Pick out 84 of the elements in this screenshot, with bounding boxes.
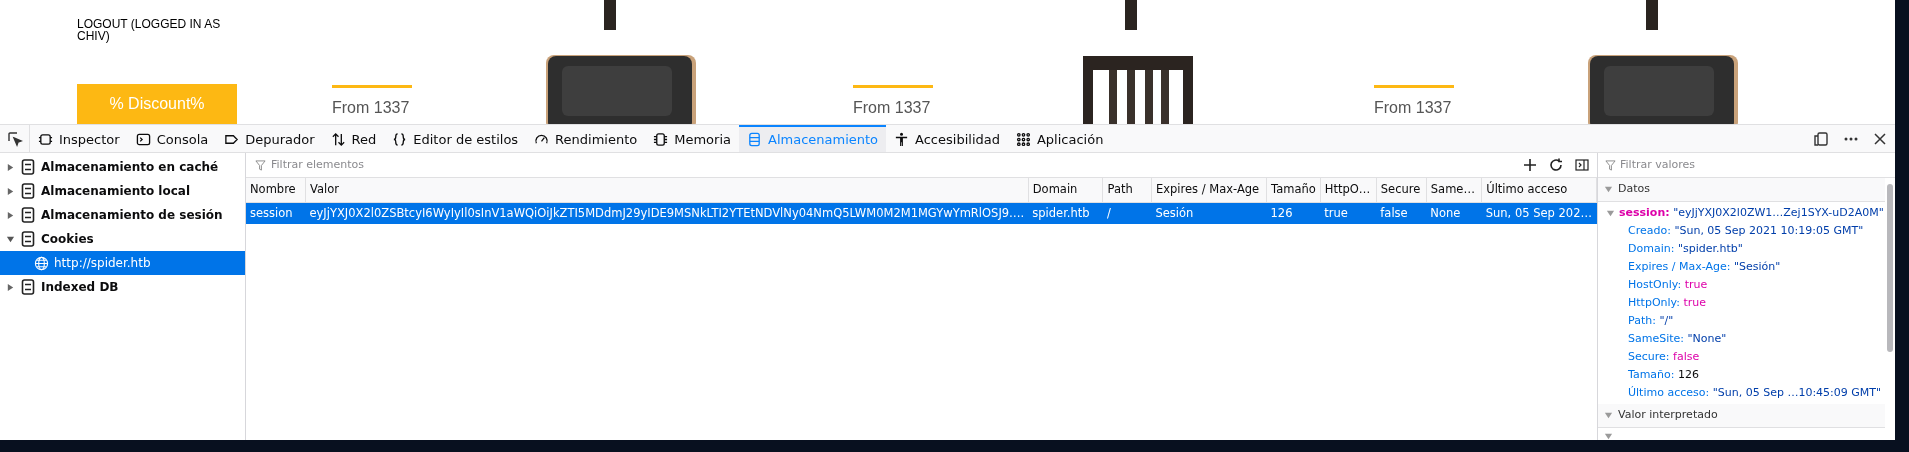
scrollbar-thumb[interactable] bbox=[1887, 184, 1893, 352]
table-cell: spider.htb bbox=[1028, 202, 1103, 224]
tree-item[interactable]: Almacenamiento local bbox=[0, 179, 245, 203]
price-label: From 1337 bbox=[1374, 100, 1453, 116]
devtools-tab[interactable]: Depurador bbox=[216, 125, 323, 152]
column-header[interactable]: Último acceso bbox=[1481, 178, 1597, 202]
close-icon[interactable] bbox=[1873, 131, 1887, 146]
section-header[interactable]: Valor interpretado bbox=[1598, 404, 1885, 428]
property-line: Tamaño: 126 bbox=[1627, 367, 1700, 383]
tree-item[interactable]: Cookies bbox=[0, 227, 245, 251]
grid-icon bbox=[1015, 132, 1031, 147]
storage-icon bbox=[21, 183, 35, 199]
arrows-icon bbox=[330, 132, 346, 147]
sidebar-toggle-icon[interactable] bbox=[1575, 158, 1589, 172]
property-line: Expires / Max-Age: "Sesión" bbox=[1627, 259, 1782, 275]
column-header[interactable]: Domain bbox=[1028, 178, 1103, 202]
filter-icon bbox=[1605, 159, 1616, 171]
price-label: From 1337 bbox=[332, 100, 411, 116]
property-line: HttpOnly: true bbox=[1627, 295, 1708, 311]
table-cell: true bbox=[1320, 202, 1377, 224]
person-icon bbox=[894, 132, 910, 147]
column-header[interactable]: Valor bbox=[305, 178, 1029, 202]
property-line: Path: "/" bbox=[1627, 313, 1675, 329]
filter-field[interactable]: Filtrar elementos bbox=[271, 156, 1518, 174]
console-icon bbox=[135, 132, 151, 147]
table-cell: / bbox=[1102, 202, 1152, 224]
column-header[interactable]: Expires / Max-Age bbox=[1151, 178, 1267, 202]
add-icon[interactable] bbox=[1523, 158, 1537, 172]
table-cell: 126 bbox=[1266, 202, 1321, 224]
storage-icon bbox=[21, 279, 35, 295]
memory-icon bbox=[653, 132, 669, 147]
storage-icon bbox=[21, 207, 35, 223]
table-cell: Sun, 05 Sep 202… bbox=[1481, 202, 1597, 224]
collapsed-arrow-icon[interactable] bbox=[6, 210, 15, 220]
column-header[interactable]: Nombre bbox=[246, 178, 306, 202]
devtools-tab[interactable]: Rendimiento bbox=[526, 125, 646, 152]
price-label: From 1337 bbox=[853, 100, 932, 116]
tree-item[interactable]: http://spider.htb bbox=[0, 251, 245, 275]
collapsed-arrow-icon[interactable] bbox=[6, 282, 15, 292]
pointer-icon bbox=[6, 130, 23, 147]
property-line: Domain: "spider.htb" bbox=[1627, 241, 1744, 257]
table-cell: session bbox=[246, 202, 306, 224]
devtools-tab[interactable]: Inspector bbox=[30, 125, 128, 152]
section-header[interactable]: Datos bbox=[1598, 178, 1885, 202]
devtools-tab[interactable]: Accesibilidad bbox=[886, 125, 1008, 152]
filter-field[interactable]: Filtrar valores bbox=[1620, 156, 1895, 174]
tree-item[interactable]: Almacenamiento en caché bbox=[0, 155, 245, 179]
property-line: HostOnly: true bbox=[1627, 277, 1709, 293]
devtools-tab[interactable]: Consola bbox=[127, 125, 217, 152]
tree-item[interactable]: Indexed DB bbox=[0, 275, 245, 299]
dock-icon[interactable] bbox=[1813, 130, 1829, 147]
column-header[interactable]: Tamaño bbox=[1266, 178, 1321, 202]
tree-item[interactable]: Almacenamiento de sesión bbox=[0, 203, 245, 227]
globe-icon bbox=[34, 255, 49, 271]
column-header[interactable]: HttpO… bbox=[1320, 178, 1377, 202]
filter-icon bbox=[255, 159, 266, 171]
logout-link[interactable]: LOGOUT (LOGGED IN AS CHIV) bbox=[77, 18, 247, 42]
expanded-arrow-icon[interactable] bbox=[6, 234, 15, 244]
column-header[interactable]: Path bbox=[1102, 178, 1152, 202]
entry-label[interactable]: session: "eyJjYXJ0X2l0ZW1…Zej1SYX-uD2A0M" bbox=[1619, 204, 1884, 222]
collapsed-arrow-icon[interactable] bbox=[6, 162, 15, 172]
property-line: Secure: false bbox=[1627, 349, 1701, 365]
table-cell: Sesión bbox=[1151, 202, 1267, 224]
refresh-icon[interactable] bbox=[1549, 158, 1563, 172]
collapsed-arrow-icon[interactable] bbox=[6, 186, 15, 196]
table-cell: false bbox=[1376, 202, 1427, 224]
column-header[interactable]: Secure bbox=[1376, 178, 1427, 202]
chip-icon bbox=[38, 132, 53, 147]
storage-icon bbox=[21, 159, 35, 175]
devtools-tab[interactable]: Memoria bbox=[645, 125, 739, 152]
tag-icon bbox=[224, 132, 240, 147]
devtools-tab[interactable]: Red bbox=[322, 125, 385, 152]
property-line: Último acceso: "Sun, 05 Sep …10:45:09 GMT" bbox=[1627, 385, 1883, 401]
table-cell: eyJjYXJ0X2l0ZSBtcyI6WyIyIl0sInV1aWQiOiJkZTI5MDdmJ29yIDE9MSNkLTI2YTEtNDVlNy04NmQ5LWM0M2M1MGYwYmRlOSJ9…. bbox=[305, 202, 1029, 224]
storage-icon bbox=[747, 132, 762, 147]
property-line: Creado: "Sun, 05 Sep 2021 10:19:05 GMT" bbox=[1627, 223, 1865, 239]
devtools-tab[interactable]: Aplicación bbox=[1007, 125, 1112, 152]
column-header[interactable]: Same… bbox=[1426, 178, 1482, 202]
expanded-arrow-icon[interactable] bbox=[1604, 431, 1613, 441]
braces-icon bbox=[392, 132, 408, 147]
storage-icon bbox=[21, 231, 35, 247]
table-cell: None bbox=[1426, 202, 1482, 224]
property-line: SameSite: "None" bbox=[1627, 331, 1728, 347]
devtools-tab[interactable]: Editor de estilos bbox=[384, 125, 527, 152]
